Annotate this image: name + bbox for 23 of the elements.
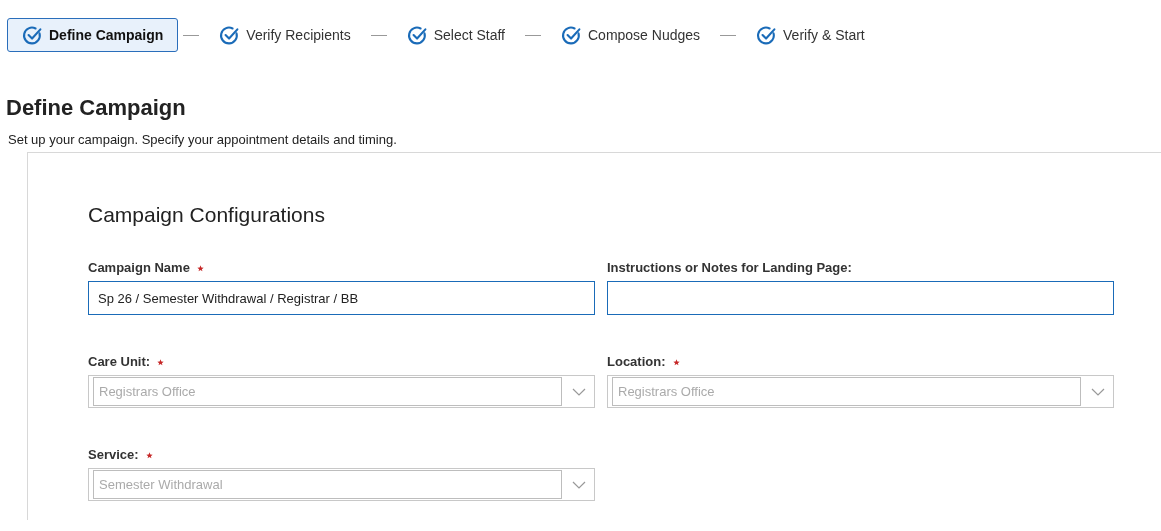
check-circle-icon (756, 24, 778, 46)
step-tab[interactable]: Select Staff (391, 18, 520, 52)
check-circle-icon (219, 24, 241, 46)
field-label: Instructions or Notes for Landing Page: (607, 259, 852, 278)
field-label: Campaign Name (88, 259, 190, 278)
text-field[interactable]: Sp 26 / Semester Withdrawal / Registrar / BB (88, 281, 595, 315)
page-subtitle: Set up your campaign. Specify your appointment details and timing. (8, 132, 397, 148)
check-circle-icon (561, 24, 582, 46)
step-tab[interactable]: Compose Nudges (546, 18, 716, 52)
field-label: Location: (607, 353, 666, 372)
step-tab[interactable]: Verify Recipients (204, 18, 366, 52)
step-tab[interactable]: Verify & Start (741, 18, 880, 52)
page-title: Define Campaign (6, 94, 186, 122)
check-circle-icon (406, 24, 428, 46)
chevron-down-icon (572, 387, 586, 396)
chevron-down-icon (1091, 387, 1105, 396)
step-tab[interactable]: Define Campaign (7, 18, 179, 52)
check-circle-icon (22, 24, 43, 46)
text-field[interactable] (607, 281, 1114, 315)
field-label: Service: (88, 446, 139, 465)
chevron-down-icon (572, 480, 586, 489)
section-heading: Campaign Configurations (88, 202, 325, 228)
field-label: Care Unit: (88, 353, 151, 372)
